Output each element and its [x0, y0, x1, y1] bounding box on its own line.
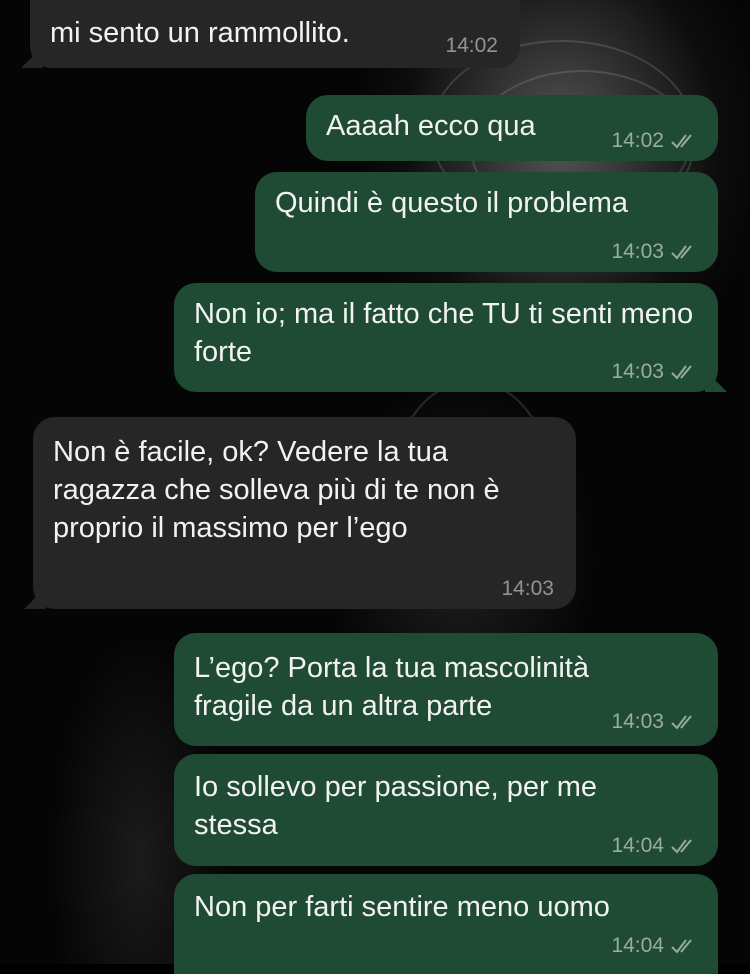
- message-meta: 14:02: [445, 34, 498, 58]
- message-meta: 14:03: [501, 577, 554, 601]
- message-time: 14:04: [611, 934, 664, 957]
- message-bubble-outgoing[interactable]: Io sollevo per passione, per me stessa 1…: [174, 754, 718, 866]
- message-text: L’ego? Porta la tua mascolinità fragile …: [194, 652, 598, 722]
- message-meta: 14:03: [611, 710, 700, 734]
- message-bubble-outgoing[interactable]: Non per farti sentire meno uomo 14:04: [174, 874, 718, 974]
- message-bubble-outgoing[interactable]: L’ego? Porta la tua mascolinità fragile …: [174, 633, 718, 746]
- message-list[interactable]: mi sento un rammollito. 14:02 Aaaah ecco…: [0, 0, 750, 974]
- message-bubble-outgoing[interactable]: Quindi è questo il problema 14:03: [255, 172, 718, 272]
- message-time: 14:03: [611, 710, 664, 733]
- double-check-icon: [671, 134, 692, 149]
- message-meta: 14:03: [611, 240, 700, 264]
- message-time: 14:03: [611, 240, 664, 263]
- double-check-icon: [671, 939, 692, 954]
- message-meta: 14:04: [611, 834, 700, 858]
- double-check-icon: [671, 245, 692, 260]
- message-bubble-incoming[interactable]: mi sento un rammollito. 14:02: [21, 0, 520, 68]
- message-time: 14:02: [611, 129, 664, 152]
- message-meta: 14:03: [611, 360, 700, 384]
- bubble-tail: [705, 370, 727, 392]
- bubble-tail: [24, 587, 46, 609]
- double-check-icon: [671, 715, 692, 730]
- message-text: Quindi è questo il problema: [275, 187, 629, 219]
- message-time: 14:02: [445, 34, 498, 57]
- message-time: 14:04: [611, 834, 664, 857]
- message-meta: 14:02: [611, 129, 700, 153]
- message-text: Non è facile, ok? Vedere la tua ragazza …: [53, 436, 508, 544]
- message-text: Io sollevo per passione, per me stessa: [194, 771, 606, 841]
- message-time: 14:03: [501, 577, 554, 600]
- message-time: 14:03: [611, 360, 664, 383]
- double-check-icon: [671, 365, 692, 380]
- message-text: mi sento un rammollito.: [50, 17, 350, 49]
- bubble-tail: [21, 46, 43, 68]
- message-bubble-outgoing[interactable]: Non io; ma il fatto che TU ti senti meno…: [174, 283, 727, 392]
- message-bubble-incoming[interactable]: Non è facile, ok? Vedere la tua ragazza …: [24, 417, 576, 609]
- double-check-icon: [671, 839, 692, 854]
- message-text: Non per farti sentire meno uomo: [194, 891, 610, 923]
- message-meta: 14:04: [611, 934, 700, 958]
- message-bubble-outgoing[interactable]: Aaaah ecco qua 14:02: [306, 95, 718, 161]
